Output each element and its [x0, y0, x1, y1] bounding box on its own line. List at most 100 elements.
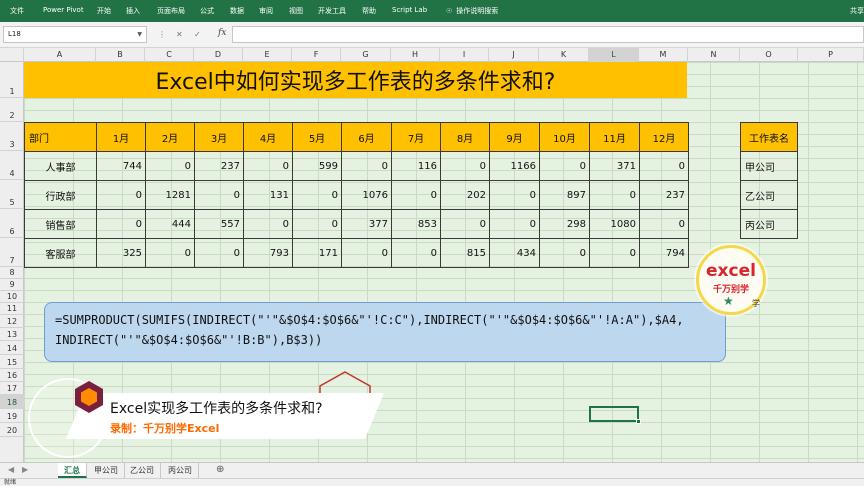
- name-box[interactable]: L18 ▼: [3, 26, 147, 43]
- table-cell[interactable]: 557: [194, 209, 244, 239]
- table-cell[interactable]: 0: [539, 151, 590, 181]
- formula-input[interactable]: [232, 26, 864, 43]
- table-cell[interactable]: 0: [96, 209, 146, 239]
- column-header[interactable]: G: [341, 48, 391, 62]
- row-header[interactable]: 6: [0, 209, 24, 238]
- sheet-name-cell[interactable]: 乙公司: [740, 180, 798, 210]
- share-button[interactable]: 共享: [850, 6, 864, 16]
- column-header[interactable]: H: [391, 48, 440, 62]
- table-cell[interactable]: 0: [194, 180, 244, 210]
- column-header[interactable]: I: [440, 48, 489, 62]
- column-header[interactable]: B: [96, 48, 145, 62]
- tab-home[interactable]: 开始: [97, 6, 111, 16]
- table-cell[interactable]: 237: [194, 151, 244, 181]
- row-header[interactable]: 17: [0, 382, 24, 395]
- tab-insert[interactable]: 插入: [126, 6, 140, 16]
- dept-cell[interactable]: 客服部: [24, 238, 97, 268]
- table-cell[interactable]: 298: [539, 209, 590, 239]
- select-all-corner[interactable]: [0, 48, 24, 62]
- table-cell[interactable]: 202: [440, 180, 490, 210]
- column-header[interactable]: A: [24, 48, 96, 62]
- table-header-cell[interactable]: 6月: [341, 122, 392, 152]
- add-sheet-icon[interactable]: ⊕: [216, 464, 224, 475]
- column-header[interactable]: E: [243, 48, 292, 62]
- tab-script-lab[interactable]: Script Lab: [392, 6, 427, 14]
- column-header[interactable]: J: [489, 48, 539, 62]
- table-cell[interactable]: 0: [639, 151, 689, 181]
- row-header[interactable]: 13: [0, 328, 24, 341]
- row-header[interactable]: 1: [0, 62, 24, 98]
- table-cell[interactable]: 0: [391, 180, 441, 210]
- table-cell[interactable]: 377: [341, 209, 392, 239]
- row-header[interactable]: 10: [0, 291, 24, 303]
- table-header-cell[interactable]: 1月: [96, 122, 146, 152]
- column-header-selected[interactable]: L: [589, 48, 639, 62]
- table-header-cell[interactable]: 4月: [243, 122, 293, 152]
- table-header-cell[interactable]: 5月: [292, 122, 342, 152]
- column-header[interactable]: P: [798, 48, 864, 62]
- table-cell[interactable]: 0: [440, 151, 490, 181]
- column-header[interactable]: C: [145, 48, 194, 62]
- table-cell[interactable]: 0: [341, 151, 392, 181]
- table-cell[interactable]: 793: [243, 238, 293, 268]
- table-cell[interactable]: 0: [292, 209, 342, 239]
- column-header[interactable]: N: [688, 48, 740, 62]
- row-header[interactable]: 9: [0, 279, 24, 291]
- table-cell[interactable]: 815: [440, 238, 490, 268]
- table-cell[interactable]: 794: [639, 238, 689, 268]
- row-header[interactable]: 16: [0, 369, 24, 382]
- row-header[interactable]: 4: [0, 151, 24, 180]
- dept-cell[interactable]: 人事部: [24, 151, 97, 181]
- table-header-cell[interactable]: 9月: [489, 122, 540, 152]
- table-cell[interactable]: 1080: [589, 209, 640, 239]
- column-header[interactable]: F: [292, 48, 341, 62]
- sheet-name-header[interactable]: 工作表名: [740, 122, 798, 152]
- active-cell-selection[interactable]: [589, 406, 641, 424]
- row-header[interactable]: 5: [0, 180, 24, 209]
- table-cell[interactable]: 434: [489, 238, 540, 268]
- table-cell[interactable]: 1076: [341, 180, 392, 210]
- tab-file[interactable]: 文件: [10, 6, 24, 16]
- sheet-tab-summary[interactable]: 汇总: [58, 463, 87, 478]
- table-cell[interactable]: 0: [243, 151, 293, 181]
- table-cell[interactable]: 599: [292, 151, 342, 181]
- table-header-cell[interactable]: 7月: [391, 122, 441, 152]
- sheet-tab-bing[interactable]: 丙公司: [162, 463, 199, 478]
- tab-power-pivot[interactable]: Power Pivot: [43, 6, 84, 14]
- row-header-selected[interactable]: 18: [0, 395, 24, 409]
- table-cell[interactable]: 0: [243, 209, 293, 239]
- tell-me-search[interactable]: ☉ 操作说明搜索: [446, 6, 498, 16]
- sheet-tab-jia[interactable]: 甲公司: [88, 463, 125, 478]
- table-cell[interactable]: 0: [639, 209, 689, 239]
- tab-review[interactable]: 审阅: [259, 6, 273, 16]
- table-header-cell[interactable]: 12月: [639, 122, 689, 152]
- table-cell[interactable]: 0: [589, 238, 640, 268]
- table-cell[interactable]: 1166: [489, 151, 540, 181]
- tab-page-layout[interactable]: 页面布局: [157, 6, 185, 16]
- table-header-cell[interactable]: 3月: [194, 122, 244, 152]
- sheet-name-cell[interactable]: 甲公司: [740, 151, 798, 181]
- table-cell[interactable]: 853: [391, 209, 441, 239]
- table-cell[interactable]: 131: [243, 180, 293, 210]
- tab-help[interactable]: 帮助: [362, 6, 376, 16]
- table-header-cell[interactable]: 11月: [589, 122, 640, 152]
- table-cell[interactable]: 744: [96, 151, 146, 181]
- table-header-cell[interactable]: 部门: [24, 122, 97, 152]
- table-cell[interactable]: 0: [489, 180, 540, 210]
- table-header-cell[interactable]: 10月: [539, 122, 590, 152]
- sheet-name-cell[interactable]: 丙公司: [740, 209, 798, 239]
- table-cell[interactable]: 371: [589, 151, 640, 181]
- row-header[interactable]: 20: [0, 423, 24, 437]
- scroll-left-icon[interactable]: ◀: [8, 465, 14, 474]
- column-header[interactable]: O: [740, 48, 798, 62]
- row-header[interactable]: 3: [0, 122, 24, 151]
- table-cell[interactable]: 1281: [145, 180, 195, 210]
- row-header[interactable]: 8: [0, 267, 24, 279]
- table-cell[interactable]: 0: [341, 238, 392, 268]
- insert-function-icon[interactable]: fx: [218, 28, 226, 38]
- table-cell[interactable]: 0: [489, 209, 540, 239]
- table-cell[interactable]: 0: [292, 180, 342, 210]
- tab-view[interactable]: 视图: [289, 6, 303, 16]
- table-cell[interactable]: 325: [96, 238, 146, 268]
- tab-developer[interactable]: 开发工具: [318, 6, 346, 16]
